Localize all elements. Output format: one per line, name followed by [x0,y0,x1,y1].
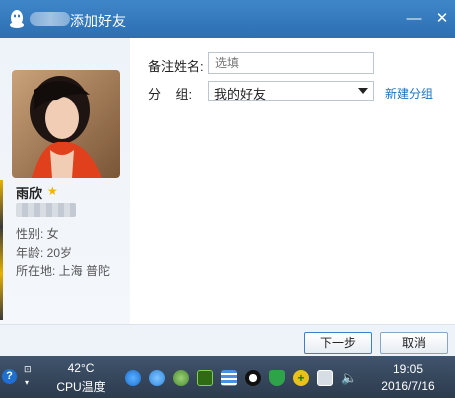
group-label: 分 组: [148,87,193,102]
location-text: 所在地: 上海 普陀 [16,264,111,278]
clock-date[interactable]: 2016/7/16 [368,379,448,393]
blurred-username [30,12,70,26]
clock-time[interactable]: 19:05 [368,362,448,376]
user-icon[interactable] [173,370,189,386]
group-select-value: 我的好友 [214,87,267,102]
group-select[interactable]: 我的好友 [208,81,374,102]
window-title: 添加好友 [70,13,126,29]
tray-expand-icon[interactable]: ▾ [25,378,35,388]
avatar [12,70,120,178]
qq-penguin-icon [10,10,24,28]
next-button[interactable]: 下一步 [304,332,372,354]
cancel-button[interactable]: 取消 [380,332,448,354]
browser-icon[interactable] [125,370,141,386]
dialog-footer: 下一步 取消 [0,324,455,357]
title-bar[interactable]: 添加好友 — ✕ [0,0,455,38]
add-friend-window: 添加好友 — ✕ 雨欣 ★ 性别: 女 年龄: 20岁 所在地: 上海 普陀 备… [0,0,455,357]
shield-icon[interactable] [269,370,285,386]
profile-panel: 雨欣 ★ 性别: 女 年龄: 20岁 所在地: 上海 普陀 [0,38,130,324]
gender-text: 性别: 女 [16,227,59,241]
age-text: 年龄: 20岁 [16,246,73,260]
network-icon[interactable] [221,370,237,386]
browser2-icon[interactable] [149,370,165,386]
nickname: 雨欣 [16,186,43,201]
new-group-link[interactable]: 新建分组 [385,85,433,102]
chevron-down-icon [358,88,368,94]
device-icon[interactable] [317,370,333,386]
help-icon[interactable]: ? [2,369,17,384]
tray-menu-icon[interactable]: ⊡ [24,364,34,374]
volume-icon[interactable]: 🔈 [341,370,357,386]
nvidia-icon[interactable] [197,370,213,386]
cpu-temperature: 42°C [67,361,95,375]
remark-input[interactable] [208,52,374,74]
background-window-edge [0,180,3,320]
close-button[interactable]: ✕ [431,8,453,30]
remark-label: 备注姓名: [148,59,204,74]
taskbar: ? ⊡ ▾ 42°C CPU温度 + 🔈 19:05 2016/7/16 [0,356,455,398]
blurred-qq-number [16,203,76,217]
star-icon: ★ [47,184,58,198]
qq-icon[interactable] [245,370,261,386]
cpu-temperature-label: CPU温度 [56,380,106,394]
update-icon[interactable]: + [293,370,309,386]
minimize-button[interactable]: — [403,8,425,30]
